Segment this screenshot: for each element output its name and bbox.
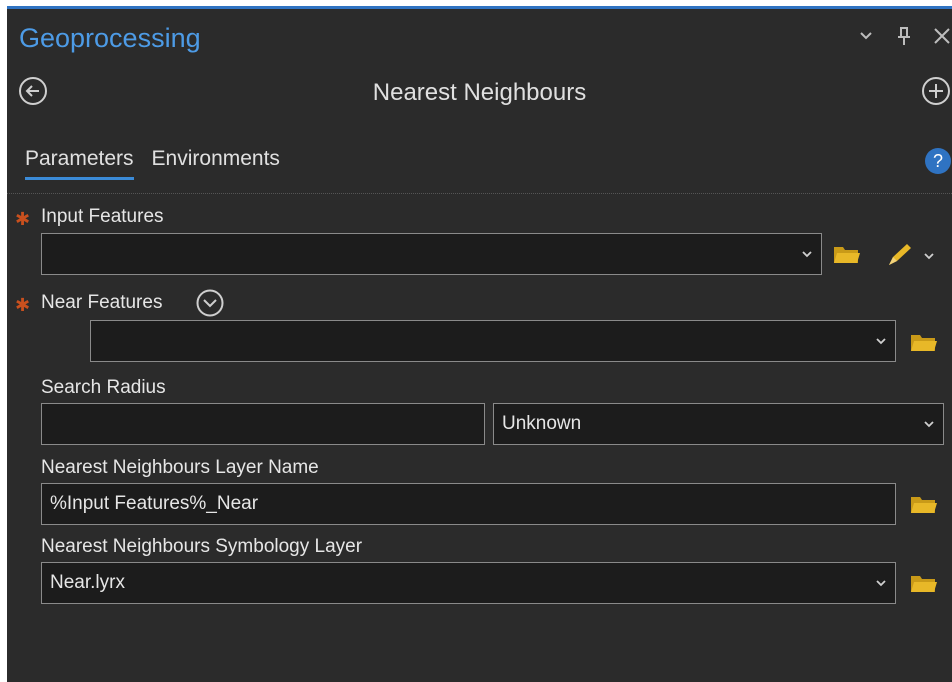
input-features-select[interactable] bbox=[41, 233, 822, 275]
folder-icon[interactable] bbox=[910, 331, 938, 353]
help-icon: ? bbox=[925, 148, 951, 174]
symbology-layer-value: Near.lyrx bbox=[50, 572, 125, 593]
close-icon[interactable] bbox=[932, 25, 952, 47]
chevron-down-icon bbox=[924, 253, 934, 260]
chevron-down-icon bbox=[876, 338, 886, 345]
pane-titlebar: Geoprocessing bbox=[7, 9, 952, 71]
symbology-layer-label: Nearest Neighbours Symbology Layer bbox=[41, 536, 363, 557]
tool-header: Nearest Neighbours bbox=[7, 75, 952, 115]
tab-environments[interactable]: Environments bbox=[152, 147, 280, 180]
required-marker: ✱ bbox=[15, 209, 31, 229]
pane-controls bbox=[856, 25, 952, 47]
tab-bar: Parameters Environments bbox=[25, 147, 280, 180]
tab-parameters[interactable]: Parameters bbox=[25, 147, 134, 180]
tool-title: Nearest Neighbours bbox=[372, 79, 587, 106]
pencil-icon bbox=[889, 244, 911, 265]
symbology-layer-select[interactable]: Near.lyrx bbox=[41, 562, 896, 604]
add-button[interactable] bbox=[920, 75, 952, 107]
folder-icon[interactable] bbox=[910, 572, 938, 594]
layer-name-label: Nearest Neighbours Layer Name bbox=[41, 457, 319, 478]
input-features-label: Input Features bbox=[41, 206, 164, 227]
expand-chevron-icon[interactable] bbox=[195, 288, 225, 318]
divider bbox=[7, 193, 952, 194]
help-button[interactable]: ? bbox=[924, 147, 952, 175]
near-features-label: Near Features bbox=[41, 292, 163, 313]
near-features-select[interactable] bbox=[90, 320, 896, 362]
search-radius-label: Search Radius bbox=[41, 377, 166, 398]
svg-text:?: ? bbox=[933, 151, 943, 171]
layer-name-input[interactable]: %Input Features%_Near bbox=[41, 483, 896, 525]
geoprocessing-pane: Geoprocessing Nearest Neighbours Paramet… bbox=[7, 6, 952, 682]
chevron-down-icon bbox=[802, 251, 812, 258]
plus-circle-icon bbox=[922, 77, 950, 105]
chevron-down-icon bbox=[876, 580, 886, 587]
pin-icon[interactable] bbox=[894, 25, 914, 47]
chevron-down-icon bbox=[924, 421, 934, 428]
search-radius-unit-select[interactable]: Unknown bbox=[493, 403, 944, 445]
edit-features-button[interactable] bbox=[885, 241, 939, 269]
layer-name-value: %Input Features%_Near bbox=[50, 493, 259, 514]
chevron-down-icon[interactable] bbox=[856, 25, 876, 47]
search-radius-unit-value: Unknown bbox=[502, 413, 582, 434]
folder-icon[interactable] bbox=[833, 243, 861, 265]
pane-title: Geoprocessing bbox=[19, 23, 201, 53]
required-marker: ✱ bbox=[15, 295, 31, 315]
folder-icon[interactable] bbox=[910, 493, 938, 515]
search-radius-input[interactable] bbox=[41, 403, 485, 445]
